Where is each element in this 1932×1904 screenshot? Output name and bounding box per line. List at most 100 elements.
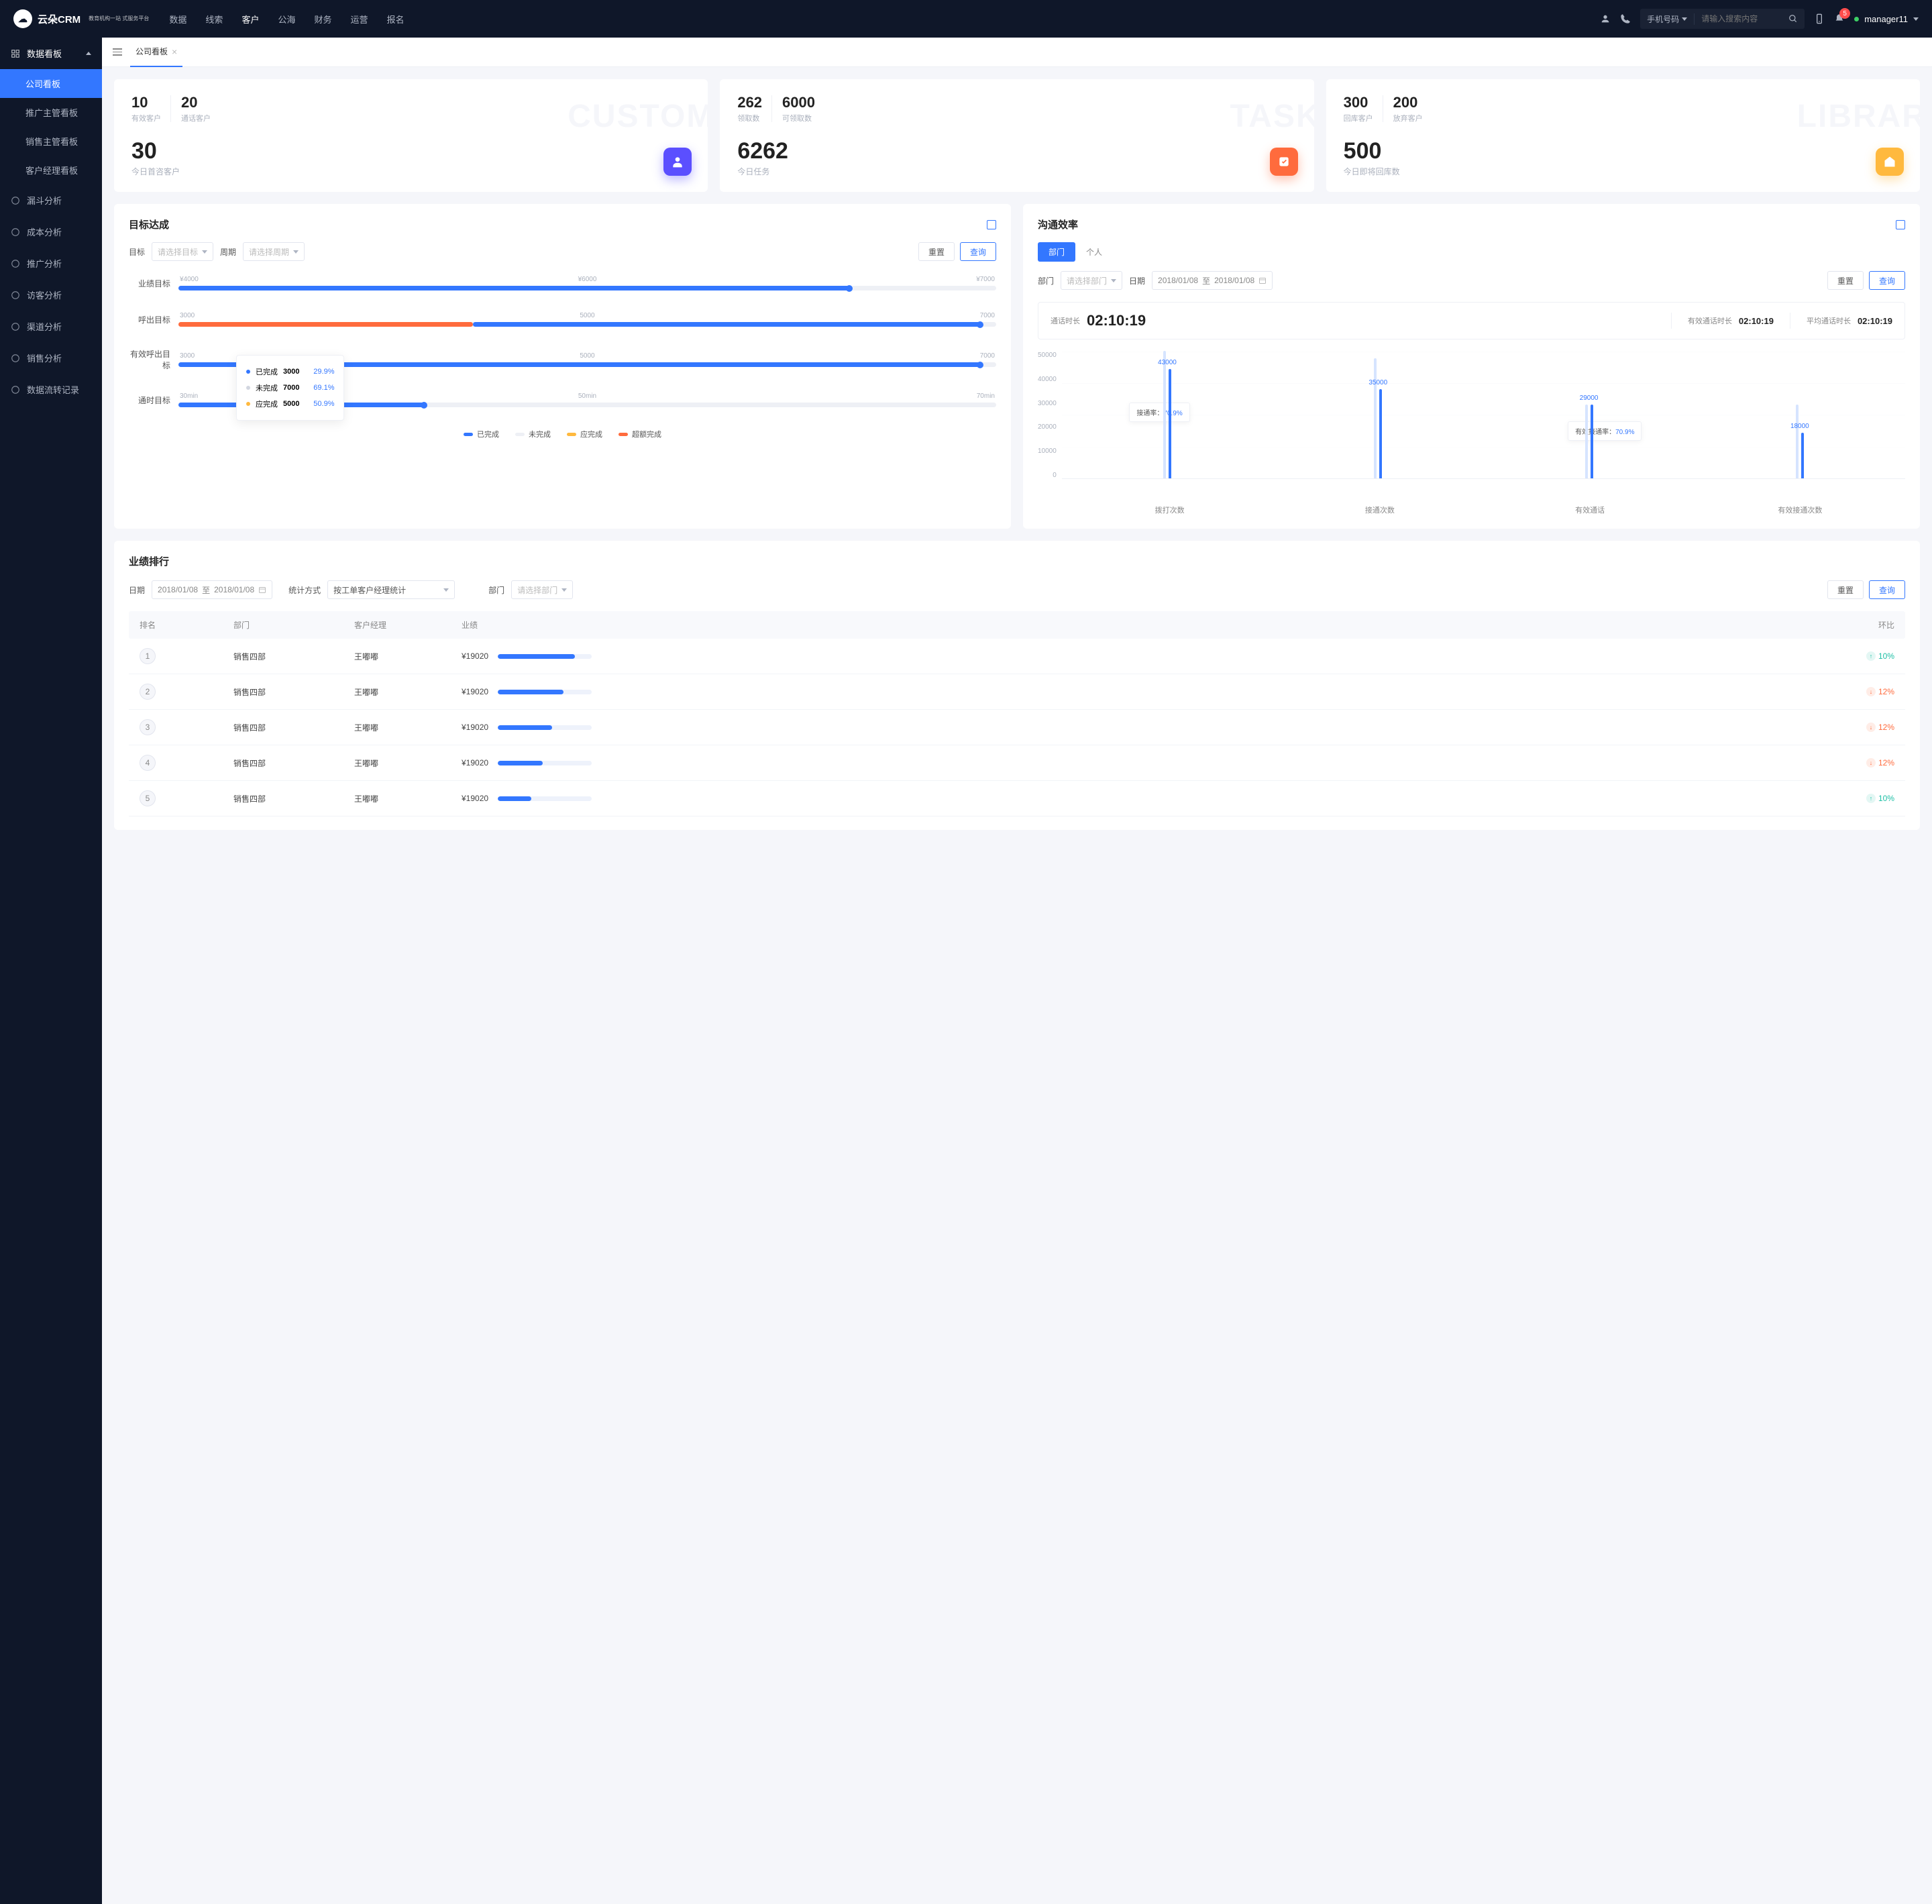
seg-tab[interactable]: 部门 bbox=[1038, 242, 1075, 262]
bar-group: 35000 bbox=[1273, 358, 1483, 478]
rank-date-range[interactable]: 2018/01/08至2018/01/08 bbox=[152, 580, 272, 599]
goal-period-label: 周期 bbox=[220, 246, 236, 258]
ratio-arrow-icon: ↓ bbox=[1866, 758, 1876, 768]
top-nav-item[interactable]: 线索 bbox=[205, 13, 223, 25]
cell-manager: 王嘟嘟 bbox=[354, 722, 462, 733]
search-button[interactable] bbox=[1782, 9, 1805, 29]
stat-big-number: 6262 bbox=[737, 138, 1296, 164]
logo-subtitle: 教育机构一站 式服务平台 bbox=[89, 16, 149, 22]
rank-badge: 4 bbox=[140, 755, 156, 771]
stat-label: 通话客户 bbox=[181, 113, 211, 123]
cell-manager: 王嘟嘟 bbox=[354, 757, 462, 769]
sidebar-sub-item[interactable]: 销售主管看板 bbox=[0, 127, 102, 156]
nav-icon bbox=[11, 196, 20, 205]
rank-badge: 5 bbox=[140, 790, 156, 806]
comm-query-button[interactable]: 查询 bbox=[1869, 271, 1905, 290]
cell-perf-value: ¥19020 bbox=[462, 651, 488, 661]
ratio-arrow-icon: ↓ bbox=[1866, 687, 1876, 696]
sidebar-sub-item[interactable]: 客户经理看板 bbox=[0, 156, 102, 184]
sidebar-item[interactable]: 销售分析 bbox=[0, 342, 102, 374]
cell-perf-value: ¥19020 bbox=[462, 794, 488, 803]
seg-tab[interactable]: 个人 bbox=[1075, 242, 1113, 262]
comm-stats-bar: 通话时长02:10:19有效通话时长02:10:19平均通话时长02:10:19 bbox=[1038, 302, 1905, 339]
tab-company-board[interactable]: 公司看板 × bbox=[130, 38, 182, 67]
phone-icon[interactable] bbox=[1620, 13, 1631, 24]
logo[interactable]: ☁ 云朵CRM 教育机构一站 式服务平台 bbox=[13, 9, 149, 28]
perf-bar bbox=[498, 796, 592, 801]
expand-icon[interactable] bbox=[987, 220, 996, 229]
rank-method-select[interactable]: 按工单客户经理统计 bbox=[327, 580, 455, 599]
stat-number: 6000 bbox=[782, 94, 815, 111]
search-input[interactable] bbox=[1695, 14, 1782, 23]
user-menu[interactable]: manager11 bbox=[1854, 14, 1919, 24]
comm-reset-button[interactable]: 重置 bbox=[1827, 271, 1864, 290]
rank-dept-select[interactable]: 请选择部门 bbox=[511, 580, 573, 599]
cell-dept: 销售四部 bbox=[233, 722, 354, 733]
close-icon[interactable]: × bbox=[172, 46, 177, 57]
x-axis-label: 拨打次数 bbox=[1065, 499, 1275, 515]
goals-panel: 目标达成 目标 请选择目标 周期 请选择周期 重置 查询 bbox=[114, 204, 1011, 529]
goals-query-button[interactable]: 查询 bbox=[960, 242, 996, 261]
nav-icon bbox=[11, 354, 20, 363]
bell-icon[interactable]: 5 bbox=[1834, 13, 1845, 24]
menu-toggle-icon[interactable] bbox=[113, 48, 122, 56]
x-axis-label: 有效接通次数 bbox=[1695, 499, 1905, 515]
cell-ratio: 10% bbox=[1878, 651, 1894, 661]
stat-label: 回库客户 bbox=[1344, 113, 1373, 123]
stat-number: 20 bbox=[181, 94, 211, 111]
comm-dept-select[interactable]: 请选择部门 bbox=[1061, 271, 1122, 290]
rank-query-button[interactable]: 查询 bbox=[1869, 580, 1905, 599]
rank-badge: 3 bbox=[140, 719, 156, 735]
stat-card: LIBRAR 300回库客户200放弃客户 500今日即将回库数 bbox=[1326, 79, 1920, 192]
sidebar-section-dashboard[interactable]: 数据看板 bbox=[0, 38, 102, 69]
cell-manager: 王嘟嘟 bbox=[354, 686, 462, 698]
top-nav-item[interactable]: 数据 bbox=[169, 13, 186, 25]
comm-date-range[interactable]: 2018/01/08至2018/01/08 bbox=[1152, 271, 1273, 290]
top-nav-item[interactable]: 公海 bbox=[278, 13, 295, 25]
top-nav-item[interactable]: 客户 bbox=[241, 13, 259, 25]
legend-item: 应完成 bbox=[567, 429, 602, 439]
sidebar-item[interactable]: 数据流转记录 bbox=[0, 374, 102, 405]
sidebar-item[interactable]: 推广分析 bbox=[0, 248, 102, 279]
user-icon[interactable] bbox=[1600, 13, 1611, 24]
rank-badge: 1 bbox=[140, 648, 156, 664]
sidebar-item[interactable]: 渠道分析 bbox=[0, 311, 102, 342]
dashboard-icon bbox=[11, 49, 20, 58]
legend-item: 超额完成 bbox=[619, 429, 661, 439]
goal-label: 呼出目标 bbox=[129, 314, 178, 325]
top-nav-item[interactable]: 财务 bbox=[314, 13, 331, 25]
top-header: ☁ 云朵CRM 教育机构一站 式服务平台 数据 线索 客户 公海 财务 运营 报名 手机号码 bbox=[0, 0, 1932, 38]
sidebar-item[interactable]: 访客分析 bbox=[0, 279, 102, 311]
cell-manager: 王嘟嘟 bbox=[354, 793, 462, 804]
rank-reset-button[interactable]: 重置 bbox=[1827, 580, 1864, 599]
sidebar-sub-item[interactable]: 公司看板 bbox=[0, 69, 102, 98]
table-row: 4 销售四部 王嘟嘟 ¥19020 ↓12% bbox=[129, 745, 1905, 781]
nav-icon bbox=[11, 259, 20, 268]
search-type-select[interactable]: 手机号码 bbox=[1640, 13, 1695, 25]
expand-icon[interactable] bbox=[1896, 220, 1905, 229]
goals-reset-button[interactable]: 重置 bbox=[918, 242, 955, 261]
rank-method-label: 统计方式 bbox=[288, 584, 321, 596]
mobile-icon[interactable] bbox=[1814, 13, 1825, 24]
comm-title: 沟通效率 bbox=[1038, 217, 1078, 231]
stat-label: 有效客户 bbox=[131, 113, 161, 123]
search-icon bbox=[1788, 14, 1798, 23]
sidebar-item[interactable]: 成本分析 bbox=[0, 216, 102, 248]
stat-big-number: 500 bbox=[1344, 138, 1902, 164]
stat-card: CUSTOM 10有效客户20通话客户 30今日首咨客户 bbox=[114, 79, 708, 192]
goal-target-select[interactable]: 请选择目标 bbox=[152, 242, 213, 261]
comm-seg-tabs: 部门个人 bbox=[1038, 242, 1905, 262]
chart-legend: 已完成未完成应完成超额完成 bbox=[129, 429, 996, 439]
sidebar-item[interactable]: 漏斗分析 bbox=[0, 184, 102, 216]
cell-perf-value: ¥19020 bbox=[462, 758, 488, 768]
bar-group: 43000 bbox=[1062, 351, 1273, 478]
cell-manager: 王嘟嘟 bbox=[354, 651, 462, 662]
top-nav-item[interactable]: 运营 bbox=[350, 13, 368, 25]
nav-icon bbox=[11, 227, 20, 237]
top-nav-item[interactable]: 报名 bbox=[387, 13, 405, 25]
sidebar-sub-item[interactable]: 推广主管看板 bbox=[0, 98, 102, 127]
goal-period-select[interactable]: 请选择周期 bbox=[243, 242, 305, 261]
rank-date-label: 日期 bbox=[129, 584, 145, 596]
cell-perf-value: ¥19020 bbox=[462, 723, 488, 732]
comm-date-label: 日期 bbox=[1129, 275, 1145, 286]
